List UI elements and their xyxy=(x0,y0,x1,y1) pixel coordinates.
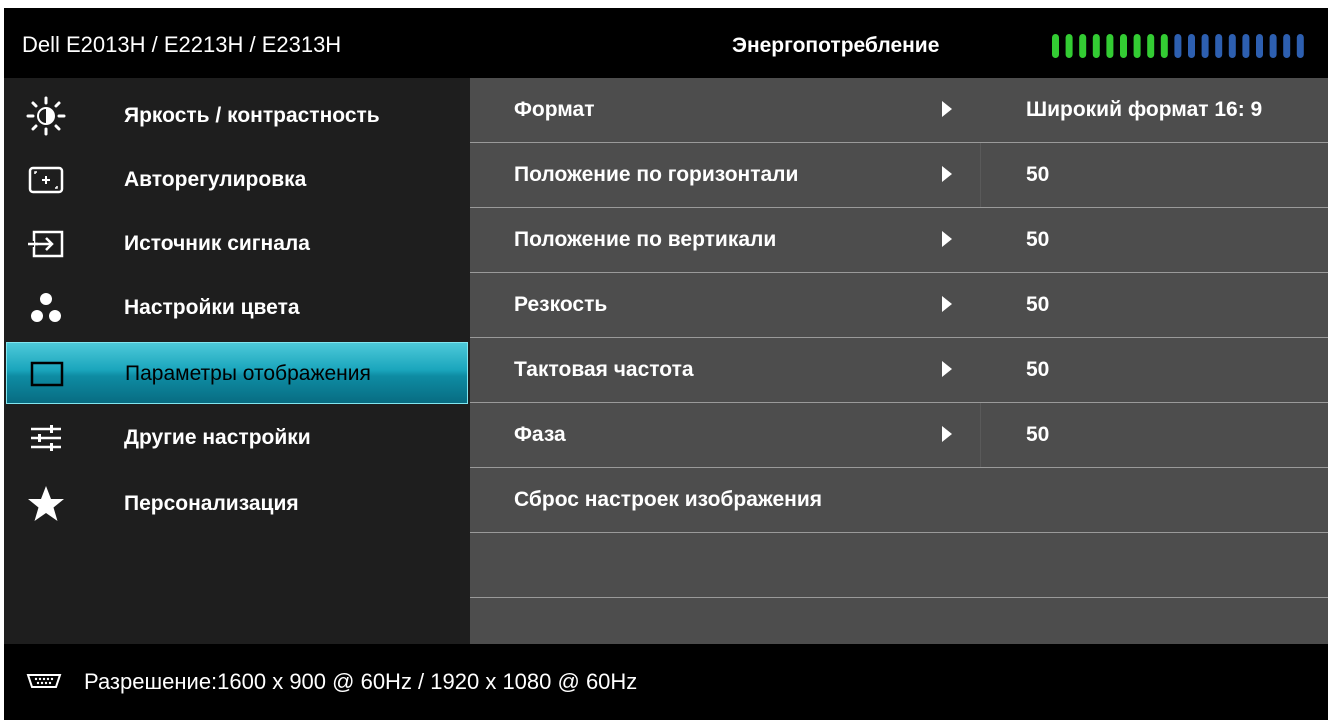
vga-connector-icon xyxy=(26,674,62,688)
row-value: 50 xyxy=(1026,293,1050,316)
energy-bar xyxy=(1120,34,1127,58)
energy-bar xyxy=(1201,34,1209,58)
energy-bar xyxy=(1228,34,1236,58)
resolution-text: Разрешение:1600 x 900 @ 60Hz / 1920 x 10… xyxy=(84,669,638,694)
row-value: 50 xyxy=(1026,358,1050,381)
menu-item-brightness-contrast[interactable]: Яркость / контрастность xyxy=(4,84,470,148)
row-pixel-clock[interactable]: Тактовая частота 50 xyxy=(470,338,1328,403)
energy-bar xyxy=(1160,34,1168,58)
energy-bar xyxy=(1147,34,1155,58)
row-phase[interactable]: Фаза 50 xyxy=(470,403,1328,468)
energy-bar xyxy=(1065,34,1073,58)
other-settings-icon xyxy=(26,418,66,458)
menu-item-label: Настройки цвета xyxy=(124,296,300,319)
row-aspect-ratio[interactable]: Формат Широкий формат 16: 9 xyxy=(470,78,1328,143)
osd-header: Dell E2013H / E2213H / E2313H Энергопотр… xyxy=(4,8,1328,78)
divider xyxy=(980,403,981,467)
energy-bar xyxy=(1174,34,1182,58)
row-vertical-position[interactable]: Положение по вертикали 50 xyxy=(470,208,1328,273)
energy-bar xyxy=(1283,34,1291,58)
monitor-osd: Dell E2013H / E2213H / E2313H Энергопотр… xyxy=(4,8,1328,720)
row-value: 50 xyxy=(1026,423,1050,446)
arrow-right-icon xyxy=(942,101,952,117)
menu-item-label: Источник сигнала xyxy=(124,232,310,255)
arrow-right-icon xyxy=(942,166,952,182)
row-label: Тактовая частота xyxy=(514,358,694,381)
brightness-icon xyxy=(26,96,66,136)
row-value: 50 xyxy=(1026,228,1050,251)
menu-item-personalize[interactable]: Персонализация xyxy=(4,472,470,536)
row-label: Сброс настроек изображения xyxy=(514,488,823,511)
energy-bar xyxy=(1296,34,1304,58)
energy-bar xyxy=(1242,34,1250,58)
energy-bar xyxy=(1188,34,1195,58)
menu-item-label: Параметры отображения xyxy=(125,362,371,385)
menu-item-label: Другие настройки xyxy=(124,426,311,449)
auto-adjust-icon xyxy=(26,160,66,200)
row-image-reset[interactable]: Сброс настроек изображения xyxy=(470,468,1328,533)
arrow-right-icon xyxy=(942,231,952,247)
input-source-icon xyxy=(26,224,66,264)
row-label: Резкость xyxy=(514,293,608,316)
energy-bar xyxy=(1256,34,1263,58)
row-value: Широкий формат 16: 9 xyxy=(1026,98,1263,121)
energy-bar xyxy=(1215,34,1223,58)
row-sharpness[interactable]: Резкость 50 xyxy=(470,273,1328,338)
arrow-right-icon xyxy=(942,426,952,442)
submenu-panel: Формат Широкий формат 16: 9 Положение по… xyxy=(470,78,1328,644)
row-horizontal-position[interactable]: Положение по горизонтали 50 xyxy=(470,143,1328,208)
row-label: Фаза xyxy=(514,423,566,446)
menu-item-label: Яркость / контрастность xyxy=(124,104,380,127)
menu-item-display-settings[interactable]: Параметры отображения xyxy=(6,342,468,404)
menu-item-color-settings[interactable]: Настройки цвета xyxy=(4,276,470,340)
energy-bar xyxy=(1092,34,1100,58)
row-empty xyxy=(470,533,1328,598)
display-settings-icon xyxy=(27,354,67,394)
row-label: Формат xyxy=(514,98,595,121)
energy-label: Энергопотребление xyxy=(732,34,940,57)
model-title: Dell E2013H / E2213H / E2313H xyxy=(22,32,342,57)
menu-item-input-source[interactable]: Источник сигнала xyxy=(4,212,470,276)
menu-item-label: Персонализация xyxy=(124,492,299,515)
row-label: Положение по горизонтали xyxy=(514,163,799,186)
arrow-right-icon xyxy=(942,361,952,377)
menu-item-label: Авторегулировка xyxy=(124,168,307,191)
color-settings-icon xyxy=(26,288,66,328)
arrow-right-icon xyxy=(942,296,952,312)
divider xyxy=(980,143,981,207)
energy-bar xyxy=(1079,34,1087,58)
energy-bar xyxy=(1133,34,1141,58)
energy-bar xyxy=(1052,34,1059,58)
star-icon xyxy=(26,484,66,524)
energy-bar xyxy=(1106,34,1114,58)
osd-footer: Разрешение:1600 x 900 @ 60Hz / 1920 x 10… xyxy=(4,644,1328,720)
energy-bar xyxy=(1269,34,1277,58)
row-value: 50 xyxy=(1026,163,1050,186)
menu-item-other-settings[interactable]: Другие настройки xyxy=(4,406,470,470)
menu-item-auto-adjust[interactable]: Авторегулировка xyxy=(4,148,470,212)
row-label: Положение по вертикали xyxy=(514,228,777,251)
main-menu: Яркость / контрастность Авторегулировка xyxy=(4,78,470,644)
energy-meter-bars xyxy=(1052,34,1304,58)
energy-meter xyxy=(1050,31,1320,61)
